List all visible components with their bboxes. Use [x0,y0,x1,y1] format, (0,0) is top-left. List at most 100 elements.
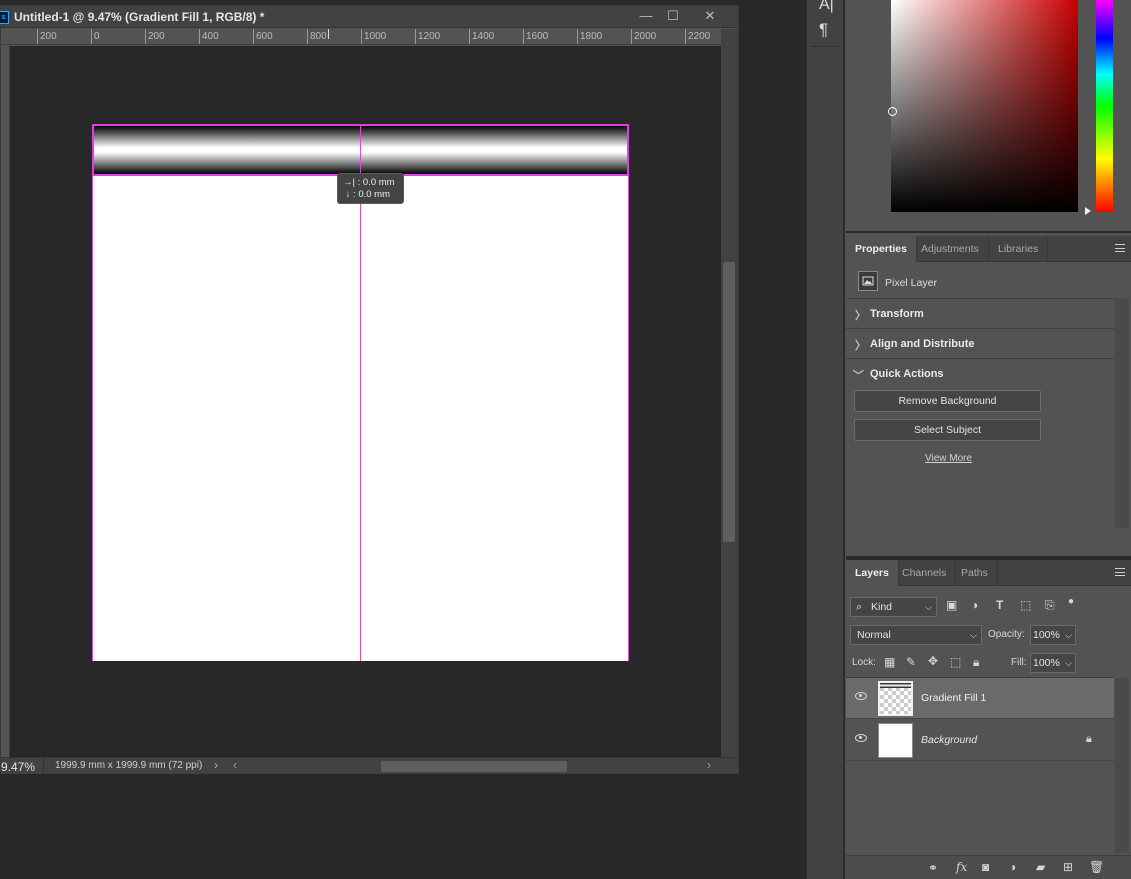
lock-label: Lock: [852,657,876,668]
quick-actions-section-label: Quick Actions [870,368,944,380]
vertical-ruler[interactable] [1,45,10,757]
paragraph-panel-icon[interactable]: ¶ [819,20,828,40]
new-adjustment-layer-icon[interactable]: ◑ [1009,860,1016,874]
tab-adjustments[interactable]: Adjustments [912,236,989,262]
chevron-down-icon: ⌵ [1065,658,1072,668]
select-subject-button[interactable]: Select Subject [854,419,1041,441]
guide-center[interactable] [360,124,361,661]
layer-row-gradient-fill[interactable]: Gradient Fill 1 [846,678,1114,719]
zoom-level[interactable]: 9.47% [1,760,35,774]
blend-mode-select[interactable]: Normal ⌵ [850,625,982,645]
filter-type-icon[interactable]: T [996,598,1003,612]
color-saturation-field[interactable] [888,0,1078,212]
lock-position-icon[interactable]: ✥ [928,654,938,668]
tab-paths[interactable]: Paths [952,560,998,586]
ruler-label: 1400 [472,31,495,42]
hue-slider[interactable] [1096,0,1113,212]
chevron-down-icon: 〉 [851,369,864,381]
fx-icon[interactable]: fx [956,860,967,874]
ruler-label: 2200 [688,31,711,42]
ruler-label: 1800 [580,31,603,42]
document-size-info[interactable]: 1999.9 mm x 1999.9 mm (72 ppi) [55,760,202,771]
align-distribute-section[interactable]: 〉 Align and Distribute [846,328,1114,358]
fill-label: Fill: [1011,657,1027,668]
chevron-down-icon: ⌵ [1065,630,1072,640]
document-window: s Untitled-1 @ 9.47% (Gradient Fill 1, R… [0,5,739,775]
transform-section-label: Transform [870,308,924,320]
new-group-icon[interactable]: ▰ [1036,860,1045,874]
document-title-bar[interactable]: s Untitled-1 @ 9.47% (Gradient Fill 1, R… [0,6,738,28]
hue-slider-marker[interactable] [1085,207,1091,215]
layers-footer: ⚭ fx ◙ ◑ ▰ ⊞ 🗑︎ [846,855,1131,879]
horizontal-offset-icon: →| [343,177,355,188]
fill-input[interactable]: 100% ⌵ [1030,653,1076,673]
search-icon: ⌕ [856,601,863,613]
tooltip-horizontal-value: 0.0 mm [362,177,395,188]
tab-channels[interactable]: Channels [893,560,957,586]
ruler-label: 1600 [526,31,549,42]
chevron-down-icon: ⌵ [970,630,977,640]
ruler-label: 800 [310,31,327,42]
lock-all-icon[interactable]: 🔒︎ [973,655,979,670]
tab-layers[interactable]: Layers [846,560,899,586]
close-button[interactable]: ✕ [697,6,723,26]
document-canvas[interactable] [92,124,629,661]
lock-icon: 🔒︎ [1086,733,1092,745]
color-picker-cursor[interactable] [888,107,897,116]
lock-transparent-pixels-icon[interactable]: ▦ [884,655,895,669]
guide-left[interactable] [92,124,93,661]
filter-toggle-icon[interactable]: ● [1068,596,1074,607]
fill-value: 100% [1033,657,1060,669]
filter-pixel-icon[interactable]: ▣ [946,598,957,612]
panel-dock-strip: A| ¶ [806,0,844,879]
quick-actions-section[interactable]: 〉 Quick Actions [846,358,1114,388]
visibility-eye-icon[interactable] [855,734,867,742]
layers-menu-icon[interactable] [1115,568,1125,576]
view-more-link[interactable]: View More [925,453,972,464]
character-panel-icon[interactable]: A| [819,0,834,14]
maximize-button[interactable]: ☐ [660,6,686,26]
add-mask-icon[interactable]: ◙ [982,860,989,874]
delete-layer-icon[interactable]: 🗑︎ [1089,860,1104,874]
chevron-right-icon: 〉 [855,310,866,322]
chevron-down-icon: ⌵ [925,602,932,612]
vertical-scroll-thumb[interactable] [723,262,735,542]
properties-menu-icon[interactable] [1115,244,1125,252]
horizontal-ruler[interactable]: 200 0 200 400 600 800 1000 1200 1400 160… [1,29,723,45]
ruler-label: 400 [202,31,219,42]
layer-thumbnail [878,723,913,758]
layer-thumbnail [878,681,913,716]
layer-filter-kind-select[interactable]: ⌕ Kind ⌵ [850,597,937,617]
properties-scrollbar[interactable] [1115,298,1129,528]
pixel-layer-icon [858,271,878,291]
lock-image-pixels-icon[interactable]: ✎ [906,655,916,669]
new-layer-icon[interactable]: ⊞ [1063,860,1073,874]
layer-name[interactable]: Background [921,734,977,746]
link-layers-icon[interactable]: ⚭ [928,861,938,875]
scroll-right-arrow[interactable]: › [707,758,711,772]
filter-shape-icon[interactable]: ⬚ [1020,598,1031,612]
pasteboard[interactable] [10,46,721,757]
layers-scrollbar[interactable] [1115,678,1129,853]
layer-row-background[interactable]: Background 🔒︎ [846,720,1114,761]
properties-tabbar: Properties Adjustments Libraries [846,236,1131,262]
tab-properties[interactable]: Properties [846,236,917,262]
opacity-label: Opacity: [988,629,1025,640]
lock-artboard-icon[interactable]: ⬚ [950,655,961,669]
horizontal-scroll-thumb[interactable] [381,761,567,772]
opacity-input[interactable]: 100% ⌵ [1030,625,1076,645]
filter-smart-object-icon[interactable]: ⎘ [1045,598,1055,613]
visibility-eye-icon[interactable] [855,692,867,700]
remove-background-button[interactable]: Remove Background [854,390,1041,412]
ruler-label: 1000 [364,31,387,42]
document-title: Untitled-1 @ 9.47% (Gradient Fill 1, RGB… [14,10,265,24]
guide-right[interactable] [628,124,629,661]
ruler-label: 0 [94,31,100,42]
status-expand-arrow[interactable]: › [214,758,218,772]
filter-adjustment-icon[interactable]: ◑ [971,598,978,612]
scroll-left-arrow[interactable]: ‹ [233,758,237,772]
transform-section[interactable]: 〉 Transform [846,298,1114,328]
tab-libraries[interactable]: Libraries [989,236,1049,262]
minimize-button[interactable]: — [633,6,659,26]
layer-name[interactable]: Gradient Fill 1 [921,692,986,704]
